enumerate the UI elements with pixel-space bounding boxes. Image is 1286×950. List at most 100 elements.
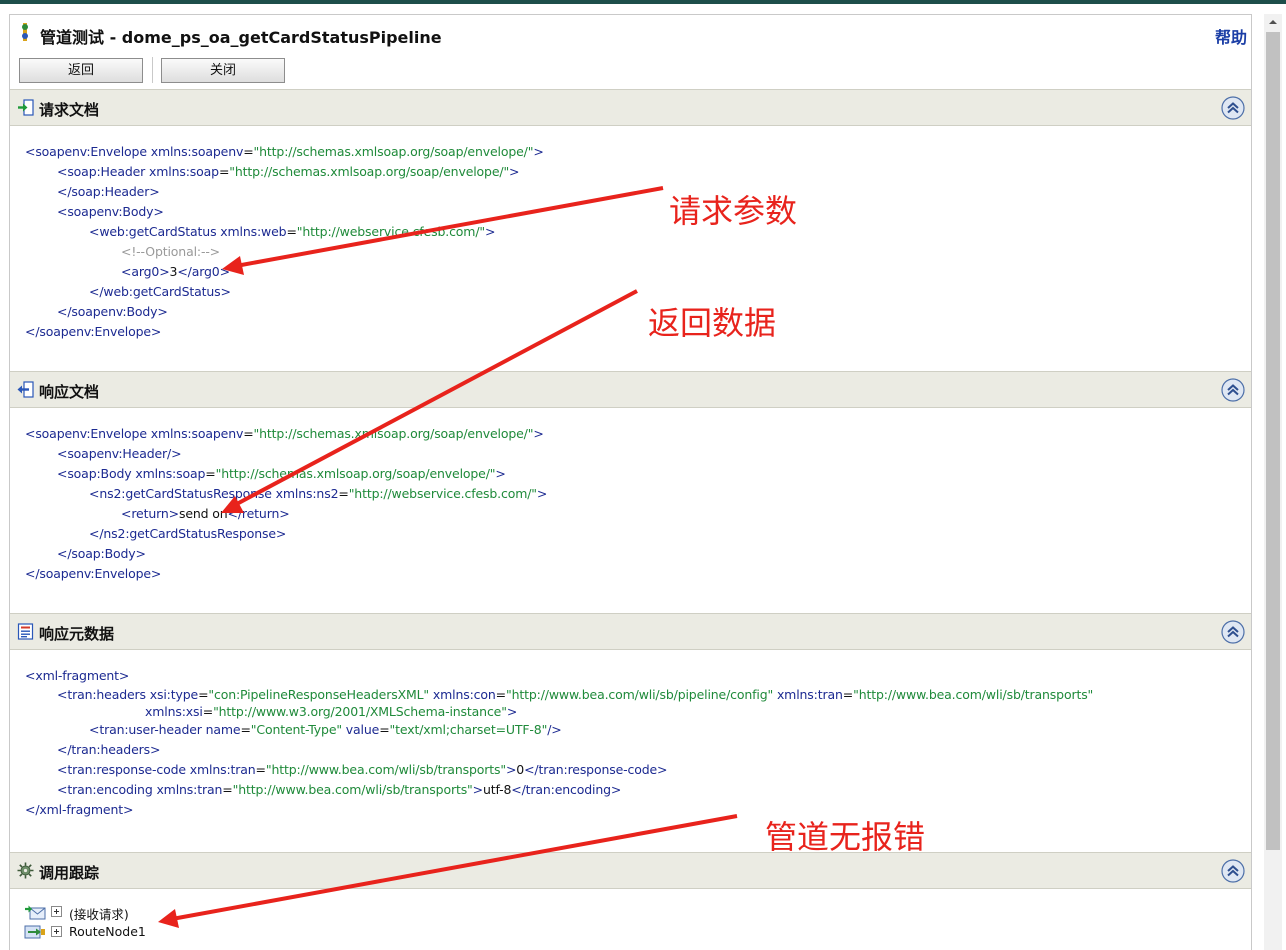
xml-token: xsi:type: [149, 687, 199, 702]
annotation-request-params: 请求参数: [669, 192, 798, 230]
xml-token: </tran:encoding>: [511, 782, 622, 797]
xml-token: >: [484, 224, 496, 239]
xml-token: name: [205, 722, 241, 737]
scroll-up-arrow-icon[interactable]: [1264, 14, 1282, 30]
request-arrow-icon: [18, 99, 34, 116]
xml-token: xmlns:web: [220, 224, 287, 239]
expand-receive-request-icon[interactable]: [51, 906, 62, 917]
response-document-header[interactable]: 响应文档: [10, 371, 1251, 408]
xml-token: =: [495, 687, 506, 702]
xml-token: "http://www.w3.org/2001/XMLSchema-instan…: [213, 704, 507, 719]
xml-token: />: [547, 722, 562, 737]
xml-token: </soapenv:Envelope>: [25, 324, 162, 339]
xml-token: <soapenv:Envelope: [25, 144, 151, 159]
xml-token: =: [205, 466, 216, 481]
xml-line: <return>send on</return>: [25, 504, 547, 524]
xml-token: </soapenv:Body>: [57, 304, 168, 319]
xml-line: <soap:Header xmlns:soap="http://schemas.…: [25, 162, 544, 182]
close-button[interactable]: 关闭: [161, 58, 285, 83]
scrollbar-thumb[interactable]: [1266, 32, 1280, 850]
xml-token: <soapenv:Envelope: [25, 426, 151, 441]
xml-line: <soapenv:Header/>: [25, 444, 547, 464]
xml-line: <ns2:getCardStatusResponse xmlns:ns2="ht…: [25, 484, 547, 504]
xml-token: =: [218, 164, 230, 179]
xml-token: </soap:Body>: [57, 546, 146, 561]
toolbar-divider: [152, 57, 153, 83]
collapse-metadata-icon[interactable]: [1221, 620, 1245, 644]
xml-token: >: [509, 164, 520, 179]
xml-token: xmlns:tran: [189, 762, 256, 777]
xml-token: <xml-fragment>: [25, 668, 130, 683]
xml-token: </soap:Header>: [57, 184, 160, 199]
xml-token: =: [338, 486, 349, 501]
xml-token: <ns2:getCardStatusResponse: [89, 486, 276, 501]
request-document-header[interactable]: 请求文档: [10, 89, 1251, 126]
xml-token: <web:getCardStatus: [89, 224, 221, 239]
xml-token: xmlns:tran: [156, 782, 223, 797]
xml-token: </web:getCardStatus>: [89, 284, 231, 299]
xml-token: "http://schemas.xmlsoap.org/soap/envelop…: [215, 466, 496, 481]
collapse-response-icon[interactable]: [1221, 378, 1245, 402]
xml-token: </tran:response-code>: [524, 762, 668, 777]
route-node-icon: [24, 925, 45, 939]
xml-token: </return>: [227, 506, 290, 521]
response-xml-body: <soapenv:Envelope xmlns:soapenv="http://…: [25, 424, 547, 584]
xml-line: <tran:encoding xmlns:tran="http://www.be…: [25, 780, 1093, 800]
xml-token: "http://schemas.xmlsoap.org/soap/envelop…: [253, 144, 534, 159]
xml-line: <tran:response-code xmlns:tran="http://w…: [25, 760, 1093, 780]
receive-request-icon: [25, 905, 46, 920]
xml-line: <arg0>3</arg0>: [25, 262, 544, 282]
invocation-trace-header[interactable]: 调用跟踪: [10, 852, 1251, 889]
xml-line: <soapenv:Envelope xmlns:soapenv="http://…: [25, 142, 544, 162]
xml-line: <tran:user-header name="Content-Type" va…: [25, 720, 1093, 740]
xml-line: <web:getCardStatus xmlns:web="http://web…: [25, 222, 544, 242]
help-link[interactable]: 帮助: [1215, 24, 1247, 48]
annotation-no-error: 管道无报错: [765, 818, 926, 856]
xml-token: >: [495, 466, 506, 481]
xml-token: "text/xml;charset=UTF-8": [389, 722, 548, 737]
xml-token: </tran:headers>: [57, 742, 161, 757]
xml-token: >: [505, 762, 517, 777]
xml-token: >: [472, 782, 483, 797]
xml-token: </ns2:getCardStatusResponse>: [89, 526, 287, 541]
response-metadata-title: 响应元数据: [39, 625, 115, 643]
xml-token: xmlns:tran: [776, 687, 843, 702]
xml-token: "http://schemas.xmlsoap.org/soap/envelop…: [253, 426, 534, 441]
xml-token: <soap:Body: [57, 466, 136, 481]
xml-line: <soapenv:Body>: [25, 202, 544, 222]
page-title: 管道测试 - dome_ps_oa_getCardStatusPipeline: [40, 28, 442, 47]
trace-gear-icon: [17, 862, 34, 879]
xml-token: <tran:response-code: [57, 762, 190, 777]
xml-line: </soapenv:Envelope>: [25, 564, 547, 584]
xml-token: <soapenv:Body>: [57, 204, 164, 219]
xml-token: "http://www.bea.com/wli/sb/transports": [853, 687, 1094, 702]
request-xml-body: <soapenv:Envelope xmlns:soapenv="http://…: [25, 142, 544, 342]
xml-token: value: [345, 722, 380, 737]
title-bar: 管道测试 - dome_ps_oa_getCardStatusPipeline …: [10, 15, 1251, 51]
xml-token: =: [240, 722, 251, 737]
xml-token: >: [533, 426, 544, 441]
xml-line: </soap:Header>: [25, 182, 544, 202]
xml-line: <tran:headers xsi:type="con:PipelineResp…: [25, 686, 1093, 703]
xml-line: </xml-fragment>: [25, 800, 1093, 820]
xml-token: >: [506, 704, 518, 719]
response-metadata-header[interactable]: 响应元数据: [10, 613, 1251, 650]
xml-line: <xml-fragment>: [25, 666, 1093, 686]
xml-token: =: [243, 144, 254, 159]
collapse-trace-icon[interactable]: [1221, 859, 1245, 883]
collapse-request-icon[interactable]: [1221, 96, 1245, 120]
vertical-scrollbar[interactable]: [1264, 14, 1282, 950]
xml-token: xmlns:soapenv: [150, 144, 244, 159]
xml-token: "http://webservice.cfesb.com/": [296, 224, 485, 239]
xml-token: </xml-fragment>: [25, 802, 134, 817]
xml-token: <tran:headers: [57, 687, 150, 702]
xml-line: </web:getCardStatus>: [25, 282, 544, 302]
xml-token: =: [286, 224, 297, 239]
back-button[interactable]: 返回: [19, 58, 143, 83]
xml-token: "http://schemas.xmlsoap.org/soap/envelop…: [229, 164, 510, 179]
response-document-title: 响应文档: [39, 383, 100, 401]
annotation-return-data: 返回数据: [648, 304, 777, 342]
xml-token: "http://www.bea.com/wli/sb/transports": [265, 762, 506, 777]
expand-routenode1-icon[interactable]: [51, 926, 62, 937]
response-arrow-icon: [17, 381, 34, 398]
